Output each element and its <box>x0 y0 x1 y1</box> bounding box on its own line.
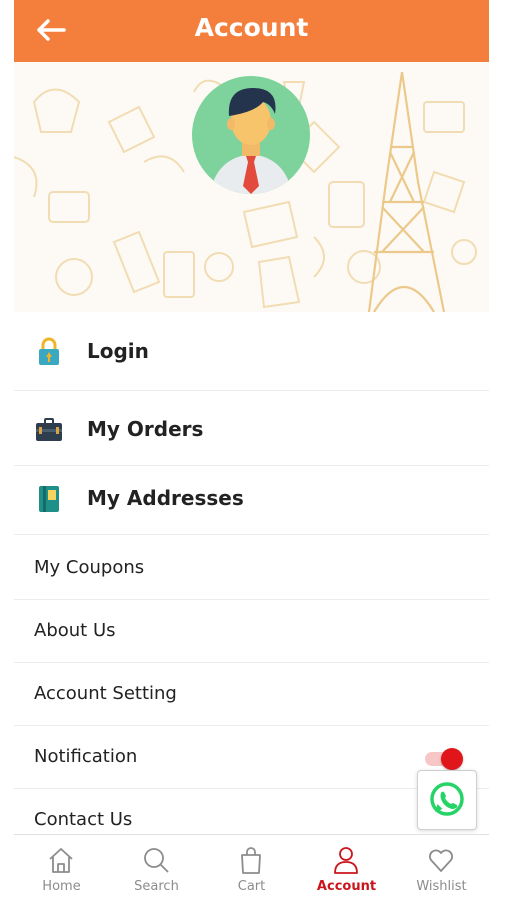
nav-account-label: Account <box>316 879 377 894</box>
user-icon <box>334 847 358 874</box>
account-screen: Account Login My Orders My Addresses My … <box>14 0 489 900</box>
menu-item-my-coupons[interactable]: My Coupons <box>14 535 489 600</box>
briefcase-icon <box>36 418 62 441</box>
lock-icon <box>39 337 59 365</box>
search-icon <box>144 848 169 873</box>
menu-item-my-orders[interactable]: My Orders <box>14 391 489 466</box>
nav-search[interactable]: Search <box>109 835 204 900</box>
login-label: Login <box>87 339 149 363</box>
nav-cart-label: Cart <box>237 879 266 894</box>
home-icon <box>49 848 73 873</box>
whatsapp-icon <box>430 782 464 816</box>
my-orders-label: My Orders <box>87 417 204 441</box>
account-setting-label: Account Setting <box>34 683 177 704</box>
nav-wishlist-label: Wishlist <box>416 879 467 894</box>
notification-toggle[interactable] <box>425 748 467 770</box>
my-addresses-label: My Addresses <box>87 486 244 510</box>
nav-wishlist[interactable]: Wishlist <box>394 835 489 900</box>
avatar <box>192 76 310 194</box>
whatsapp-button[interactable] <box>417 770 477 830</box>
profile-banner <box>14 62 489 312</box>
contact-us-label: Contact Us <box>34 809 133 830</box>
menu-item-login[interactable]: Login <box>14 312 489 391</box>
nav-cart[interactable]: Cart <box>204 835 299 900</box>
bottom-nav: Home Search Cart Account Wishlist <box>14 834 489 900</box>
user-avatar-icon <box>210 88 292 194</box>
shopping-bag-icon <box>241 847 261 874</box>
nav-account[interactable]: Account <box>299 835 394 900</box>
toggle-knob <box>441 748 463 770</box>
heart-icon <box>429 849 453 872</box>
address-book-icon <box>39 486 59 512</box>
app-header: Account <box>14 0 489 62</box>
menu-item-my-addresses[interactable]: My Addresses <box>14 466 489 535</box>
nav-home[interactable]: Home <box>14 835 109 900</box>
menu-item-account-setting[interactable]: Account Setting <box>14 663 489 726</box>
menu-item-about-us[interactable]: About Us <box>14 600 489 663</box>
nav-home-label: Home <box>42 879 81 894</box>
page-title: Account <box>194 13 309 42</box>
about-us-label: About Us <box>34 620 116 641</box>
my-coupons-label: My Coupons <box>34 557 145 578</box>
notification-label: Notification <box>34 746 138 767</box>
nav-search-label: Search <box>134 879 179 894</box>
